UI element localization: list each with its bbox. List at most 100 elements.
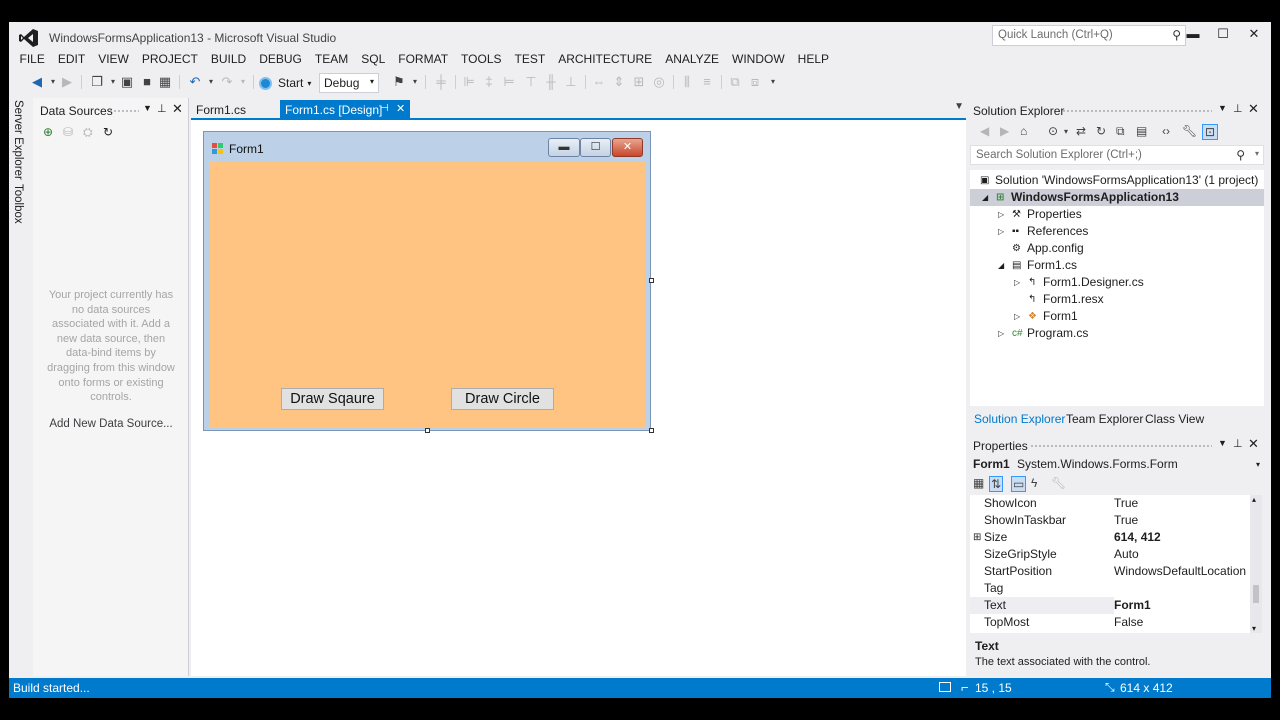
size-to-grid-icon[interactable]: ◎ (651, 74, 667, 90)
redo-icon[interactable]: ↷ (219, 74, 235, 90)
property-value[interactable]: 614, 412 (1114, 529, 1161, 546)
property-row[interactable]: ⊞ Size 614, 412 (970, 529, 1250, 546)
menu-test[interactable]: TEST (508, 50, 552, 70)
tab-team-explorer[interactable]: Team Explorer (1066, 412, 1143, 426)
tree-item-form1-cs[interactable]: ◢ ▤ Form1.cs (970, 257, 1264, 274)
menu-help[interactable]: HELP (791, 50, 835, 70)
navigate-back-icon[interactable]: ◀ (29, 74, 45, 90)
new-project-icon[interactable]: ❐ (89, 74, 105, 90)
tree-item-form1-resx[interactable]: ↰ Form1.resx (970, 291, 1264, 308)
quick-launch-input[interactable]: Quick Launch (Ctrl+Q) ⚲ (992, 25, 1186, 46)
align-middles-icon[interactable]: ╫ (543, 74, 559, 90)
scroll-down-icon[interactable]: ▾ (1252, 624, 1256, 633)
pin-icon[interactable]: ⊥ (1233, 437, 1243, 450)
toolbar-options-icon[interactable]: ▾ (765, 74, 781, 90)
window-position-dropdown-icon[interactable]: ▼ (143, 103, 152, 113)
collapse-arrow-icon[interactable]: ◢ (998, 257, 1004, 274)
property-row[interactable]: ShowIcon True (970, 495, 1250, 512)
find-dropdown-icon[interactable]: ▾ (407, 74, 423, 90)
window-position-dropdown-icon[interactable]: ▼ (1218, 438, 1227, 448)
tree-item-properties[interactable]: ▷ ⚒ Properties (970, 206, 1264, 223)
form-client-area[interactable]: Draw Sqaure Draw Circle (210, 162, 645, 428)
redo-dropdown-icon[interactable]: ▾ (235, 74, 251, 90)
menu-window[interactable]: WINDOW (726, 50, 792, 70)
property-value[interactable]: True (1114, 512, 1138, 529)
menu-view[interactable]: VIEW (92, 50, 136, 70)
pin-icon[interactable]: ⊥ (1233, 102, 1243, 115)
property-value[interactable]: Form1 (1114, 597, 1250, 614)
make-same-width-icon[interactable]: ⇔ (591, 74, 607, 90)
configure-dataset-icon[interactable]: ⛭ (83, 125, 93, 140)
send-to-back-icon[interactable]: ⧈ (747, 74, 763, 90)
expand-plus-icon[interactable]: ⊞ (973, 529, 981, 546)
property-row[interactable]: TopMost False (970, 614, 1250, 631)
expand-arrow-icon[interactable]: ▷ (998, 223, 1004, 240)
solution-configuration-select[interactable]: Debug ▾ (319, 73, 379, 93)
make-same-size-icon[interactable]: ⊞ (631, 74, 647, 90)
menu-analyze[interactable]: ANALYZE (659, 50, 726, 70)
undo-dropdown-icon[interactable]: ▾ (203, 74, 219, 90)
active-files-dropdown-icon[interactable]: ▼ (954, 101, 964, 112)
tree-item-form1-designer[interactable]: ▷ ↰ Form1.Designer.cs (970, 274, 1264, 291)
chevron-down-icon[interactable]: ▾ (1256, 460, 1260, 469)
form-maximize-button[interactable]: ☐ (580, 138, 611, 157)
menu-file[interactable]: FILE (13, 50, 51, 70)
menu-project[interactable]: PROJECT (135, 50, 204, 70)
edit-dataset-icon[interactable]: ⛁ (63, 125, 73, 139)
window-position-dropdown-icon[interactable]: ▼ (1218, 103, 1227, 113)
back-icon[interactable]: ◀ (980, 124, 989, 138)
pending-changes-filter-icon[interactable]: ⊙ (1048, 124, 1058, 138)
open-file-icon[interactable]: ▣ (119, 74, 135, 90)
solution-explorer-search-input[interactable]: Search Solution Explorer (Ctrl+;) ⚲ ▾ (970, 145, 1264, 165)
align-tops-icon[interactable]: ⊤ (523, 74, 539, 90)
tab-form1-code[interactable]: Form1.cs (191, 100, 251, 120)
navigate-forward-icon[interactable]: ▶ (59, 74, 75, 90)
home-icon[interactable]: ⌂ (1020, 124, 1027, 138)
categorized-icon[interactable]: ▦ (973, 476, 984, 490)
tab-form1-design[interactable]: Form1.cs [Design] ⊣ ✕ (280, 100, 410, 120)
close-button[interactable]: ✕ (1240, 26, 1268, 44)
tree-item-references[interactable]: ▷ ▪▪ References (970, 223, 1264, 240)
expand-arrow-icon[interactable]: ▷ (998, 325, 1004, 342)
menu-debug[interactable]: DEBUG (253, 50, 309, 70)
menu-sql[interactable]: SQL (355, 50, 392, 70)
property-grid-scrollbar[interactable]: ▴ ▾ (1250, 495, 1262, 633)
maximize-button[interactable]: ☐ (1209, 26, 1237, 44)
view-code-icon[interactable]: ‹› (1162, 124, 1170, 138)
menu-build[interactable]: BUILD (204, 50, 252, 70)
collapse-all-icon[interactable]: ⧉ (1116, 124, 1125, 139)
bring-to-front-icon[interactable]: ⧉ (727, 74, 743, 90)
close-icon[interactable]: ✕ (172, 101, 183, 117)
toolbox-tab[interactable]: Toolbox (12, 184, 24, 224)
find-in-files-icon[interactable]: ⚑ (391, 74, 407, 90)
close-icon[interactable]: ✕ (1248, 101, 1259, 117)
tree-item-form1-class[interactable]: ▷ ❖ Form1 (970, 308, 1264, 325)
refresh-icon[interactable]: ↻ (1096, 124, 1106, 138)
property-row[interactable]: ShowInTaskbar True (970, 512, 1250, 529)
refresh-icon[interactable]: ↻ (103, 125, 113, 139)
resize-handle-bottom[interactable] (425, 428, 430, 433)
save-icon[interactable]: ■ (139, 74, 155, 90)
show-all-files-icon[interactable]: ▤ (1136, 124, 1147, 138)
property-value[interactable]: True (1114, 495, 1138, 512)
resize-handle-bottom-right[interactable] (649, 428, 654, 433)
align-lefts-icon[interactable]: ⊫ (461, 74, 477, 90)
property-row-selected[interactable]: Text Form1 (970, 597, 1250, 614)
panel-grip[interactable] (1030, 444, 1212, 449)
property-row[interactable]: SizeGripStyle Auto (970, 546, 1250, 563)
tab-class-view[interactable]: Class View (1145, 412, 1204, 426)
property-value[interactable]: False (1114, 614, 1143, 631)
expand-arrow-icon[interactable]: ▷ (1014, 274, 1020, 291)
property-row[interactable]: Tag (970, 580, 1250, 597)
tree-item-solution[interactable]: ▣ Solution 'WindowsFormsApplication13' (… (970, 172, 1264, 189)
sync-with-active-document-icon[interactable]: ⇄ (1076, 124, 1086, 138)
view-designer-icon[interactable]: ⊡ (1202, 124, 1219, 140)
chevron-down-icon[interactable]: ▾ (1064, 127, 1068, 136)
alphabetical-icon[interactable]: ⇅ (989, 476, 1004, 492)
pin-icon[interactable]: ⊣ (380, 103, 389, 114)
forward-icon[interactable]: ▶ (1000, 124, 1009, 138)
align-rights-icon[interactable]: ⊨ (501, 74, 517, 90)
close-icon[interactable]: ✕ (1248, 436, 1259, 452)
close-tab-icon[interactable]: ✕ (396, 102, 405, 115)
scrollbar-thumb[interactable] (1253, 585, 1259, 603)
